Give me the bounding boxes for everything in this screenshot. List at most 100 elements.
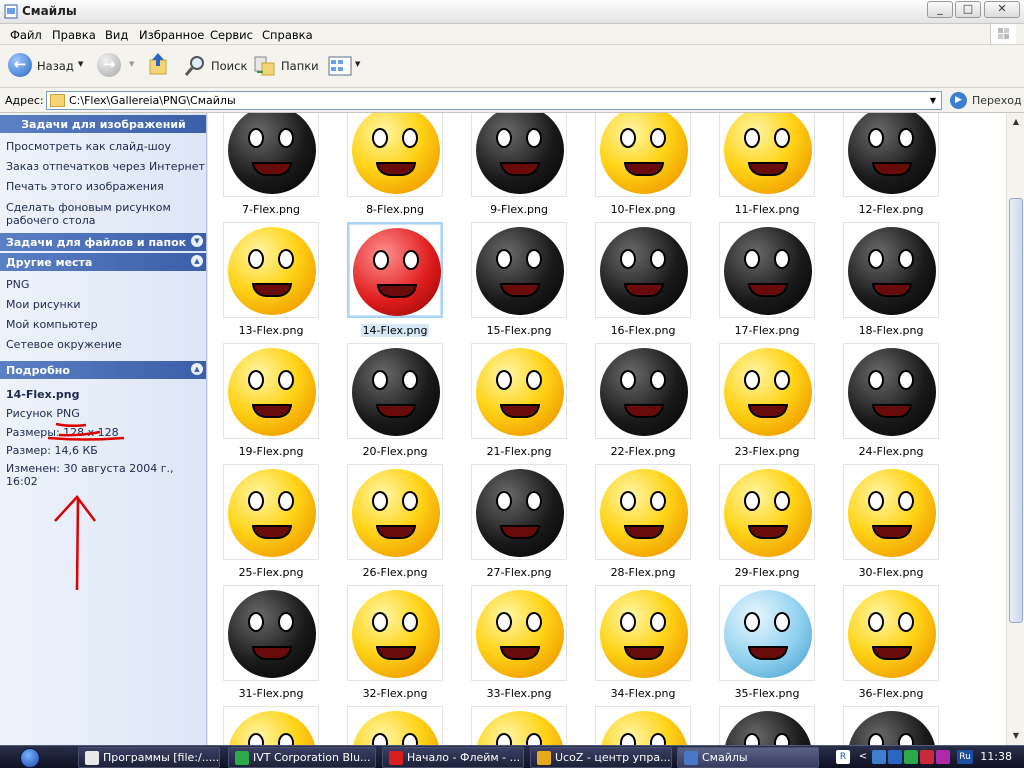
link-png[interactable]: PNG [6,278,29,291]
file-view[interactable]: 7-Flex.png 8-Flex.png 9-Flex.png 10-Flex.pn… [208,113,1006,745]
link-my-computer[interactable]: Мой компьютер [6,318,98,331]
folders-button[interactable]: Папки [254,51,320,81]
file-thumbnail[interactable] [719,222,815,318]
file-name[interactable]: 29-Flex.png [707,566,827,579]
tray-bluetooth-icon[interactable] [904,750,918,764]
file-thumbnail[interactable] [471,113,567,197]
tray-app-icon[interactable] [920,750,934,764]
minimize-button[interactable]: _ [927,1,953,18]
file-thumbnail[interactable] [595,585,691,681]
back-dropdown-icon[interactable]: ▼ [78,60,83,68]
taskbar-button[interactable]: Начало - Флейм - ... [382,747,524,768]
menu-help[interactable]: Справка [262,28,313,42]
file-thumbnail[interactable] [595,222,691,318]
file-thumbnail[interactable] [843,222,939,318]
file-thumbnail[interactable] [223,113,319,197]
file-thumbnail[interactable] [843,585,939,681]
file-thumbnail[interactable] [595,464,691,560]
search-button[interactable]: Поиск [184,51,248,81]
collapse-chevron-icon[interactable]: ▲ [191,255,203,267]
vertical-scrollbar[interactable]: ▲ ▼ [1006,113,1024,745]
file-name[interactable]: 35-Flex.png [707,687,827,700]
file-thumbnail[interactable] [471,343,567,439]
file-thumbnail[interactable] [471,464,567,560]
scroll-up-icon[interactable]: ▲ [1008,114,1024,130]
language-indicator[interactable]: Ru [957,750,973,764]
file-name[interactable]: 27-Flex.png [459,566,579,579]
file-thumbnail[interactable] [347,706,443,745]
file-name[interactable]: 17-Flex.png [707,324,827,337]
taskbar-button[interactable]: Программы [file:/..... [78,747,220,768]
file-name[interactable]: 26-Flex.png [335,566,455,579]
file-thumbnail[interactable] [471,222,567,318]
file-name[interactable]: 31-Flex.png [211,687,331,700]
file-name[interactable]: 12-Flex.png [831,203,951,216]
file-name[interactable]: 34-Flex.png [583,687,703,700]
menu-file[interactable]: Файл [10,28,42,42]
details-chevron-icon[interactable]: ▲ [191,363,203,375]
file-name[interactable]: 14-Flex.png [335,324,455,337]
file-name[interactable]: 30-Flex.png [831,566,951,579]
image-tasks-header[interactable]: Задачи для изображений [0,115,206,133]
link-my-pictures[interactable]: Мои рисунки [6,298,81,311]
file-name[interactable]: 23-Flex.png [707,445,827,458]
file-thumbnail[interactable] [719,585,815,681]
taskbar-button[interactable]: IVT Corporation Blu... [228,747,376,768]
tray-collapse-icon[interactable]: < [856,750,870,764]
details-header[interactable]: Подробно ▲ [0,361,206,379]
go-button[interactable]: ▶ Переход [950,92,1022,110]
file-thumbnail[interactable] [843,706,939,745]
address-field[interactable]: C:\Flex\Gallereia\PNG\Смайлы ▼ [46,91,942,110]
file-name[interactable]: 25-Flex.png [211,566,331,579]
file-thumbnail[interactable] [719,706,815,745]
file-thumbnail[interactable] [843,113,939,197]
link-set-wallpaper[interactable]: Сделать фоновым рисунком рабочего стола [6,201,181,227]
file-name[interactable]: 11-Flex.png [707,203,827,216]
file-thumbnail[interactable] [719,113,815,197]
tray-daemon-icon[interactable] [936,750,950,764]
tray-monitor-icon[interactable] [888,750,902,764]
file-name[interactable]: 19-Flex.png [211,445,331,458]
file-name[interactable]: 28-Flex.png [583,566,703,579]
file-thumbnail[interactable] [471,585,567,681]
tray-r-icon[interactable]: R [836,750,850,764]
scroll-thumb[interactable] [1009,198,1023,623]
file-tasks-header[interactable]: Задачи для файлов и папок ▼ [0,233,206,251]
link-print-image[interactable]: Печать этого изображения [6,180,164,193]
file-thumbnail[interactable] [223,222,319,318]
file-name[interactable]: 24-Flex.png [831,445,951,458]
file-name[interactable]: 10-Flex.png [583,203,703,216]
other-places-header[interactable]: Другие места ▲ [0,253,206,271]
start-button[interactable] [0,746,68,769]
file-thumbnail[interactable] [595,113,691,197]
file-name[interactable]: 32-Flex.png [335,687,455,700]
maximize-button[interactable]: □ [955,1,981,18]
forward-dropdown-icon[interactable]: ▼ [129,60,134,68]
file-thumbnail[interactable] [223,464,319,560]
file-name[interactable]: 7-Flex.png [211,203,331,216]
back-button[interactable]: ← Назад ▼ [8,51,88,81]
file-name[interactable]: 8-Flex.png [335,203,455,216]
views-button[interactable]: ▼ [328,51,364,81]
expand-chevron-icon[interactable]: ▼ [191,235,203,247]
clock[interactable]: 11:38 [980,750,1012,763]
file-name[interactable]: 13-Flex.png [211,324,331,337]
address-dropdown-icon[interactable]: ▼ [925,92,941,109]
file-thumbnail[interactable] [595,343,691,439]
file-thumbnail[interactable] [223,343,319,439]
link-network-places[interactable]: Сетевое окружение [6,338,122,351]
file-name[interactable]: 22-Flex.png [583,445,703,458]
views-dropdown-icon[interactable]: ▼ [355,60,360,68]
menu-view[interactable]: Вид [105,28,128,42]
file-thumbnail[interactable] [595,706,691,745]
menu-edit[interactable]: Правка [52,28,96,42]
up-folder-button[interactable] [147,51,171,81]
menu-favorites[interactable]: Избранное [139,28,204,42]
file-thumbnail[interactable] [347,113,443,197]
file-thumbnail[interactable] [843,464,939,560]
file-name[interactable]: 33-Flex.png [459,687,579,700]
forward-button[interactable]: → ▼ [97,51,137,81]
file-name[interactable]: 16-Flex.png [583,324,703,337]
link-slideshow[interactable]: Просмотреть как слайд-шоу [6,140,171,153]
file-thumbnail[interactable] [843,343,939,439]
